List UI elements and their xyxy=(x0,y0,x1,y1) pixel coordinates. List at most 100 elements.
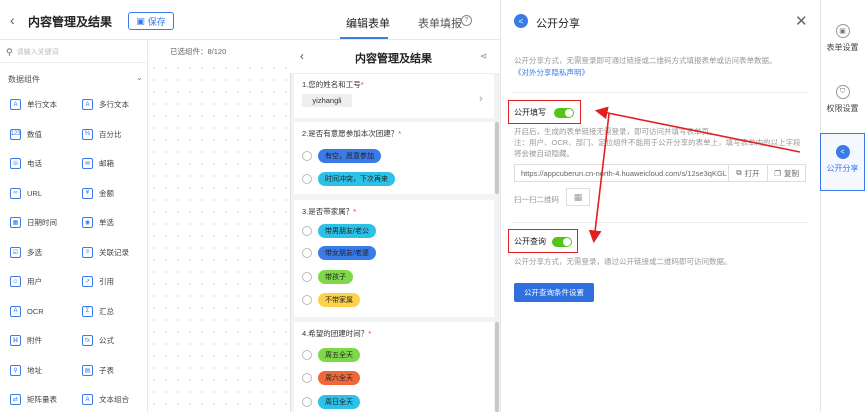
relation-icon: ≡ xyxy=(82,246,93,258)
preview-title: 内容管理及结果 xyxy=(355,53,432,65)
answer-value: yizhangli xyxy=(302,94,352,107)
search-input[interactable]: ⚲ 请输入关键词 xyxy=(6,45,138,59)
component-item[interactable]: ▦ 日期时间 xyxy=(10,217,57,228)
component-label: 日期时间 xyxy=(27,218,57,227)
option-tag[interactable]: 带男朋友/老公 xyxy=(318,224,376,238)
share-icon: < xyxy=(835,145,850,159)
option-tag[interactable]: 周五全天 xyxy=(318,348,360,362)
component-item[interactable]: ☺ 用户 xyxy=(10,276,42,287)
multi-line-text-icon: A xyxy=(82,99,93,110)
summary-icon: Σ xyxy=(82,305,93,317)
component-group-label: 数据组件 xyxy=(8,75,40,84)
rail-item-permission[interactable]: ⛉ 权限设置 xyxy=(820,85,865,114)
panel-description: 公开分享方式，无需登录即可通过链接或二维码方式填报表单或访问表单数据。 《对外分… xyxy=(514,56,777,77)
datetime-icon: ▦ xyxy=(10,217,21,228)
component-item[interactable]: ↗ 引用 xyxy=(82,276,114,287)
component-item[interactable]: ◉ 单选 xyxy=(82,217,114,228)
component-item[interactable]: ⌘ 附件 xyxy=(10,335,42,346)
component-item[interactable]: ✉ 邮箱 xyxy=(82,158,114,169)
preview-scrollbar[interactable] xyxy=(495,122,499,194)
chevron-right-icon: › xyxy=(479,93,483,105)
component-label: 引用 xyxy=(99,277,114,286)
rail-item-label: 公开分享 xyxy=(826,164,859,173)
tab-edit-form[interactable]: 编辑表单 xyxy=(346,15,390,31)
component-item[interactable]: A OCR xyxy=(10,305,44,317)
share-url-field[interactable]: https://appcuberun.cn-north-4.huaweiclou… xyxy=(514,164,806,182)
query-conditions-button[interactable]: 公开查询条件设置 xyxy=(514,283,594,302)
chevron-down-icon[interactable]: ⌄ xyxy=(136,73,143,82)
component-item[interactable]: A 多行文本 xyxy=(82,99,129,110)
radio-button[interactable] xyxy=(302,174,312,184)
component-item[interactable]: % 百分比 xyxy=(82,128,122,140)
url-icon: ∞ xyxy=(10,187,21,199)
option-tag[interactable]: 带孩子 xyxy=(318,270,353,284)
radio-button[interactable] xyxy=(302,226,312,236)
settings-rail xyxy=(820,0,865,412)
public-query-hint: 公开分享方式，无需登录，通过公开链接或二维码即可访问数据。 xyxy=(514,257,732,266)
component-item[interactable]: ∞ URL xyxy=(10,187,43,199)
qr-code-icon[interactable]: ▦ xyxy=(566,188,590,206)
single-line-text-icon: A xyxy=(10,99,21,110)
option-tag[interactable]: 不带家属 xyxy=(318,293,360,307)
preview-back-icon[interactable]: ‹ xyxy=(300,49,304,63)
component-item[interactable]: ▤ 子表 xyxy=(82,364,114,376)
option-tag[interactable]: 有空，愿意参加 xyxy=(318,149,381,163)
component-item[interactable]: ⇄ 矩阵量表 xyxy=(10,394,57,405)
component-label: 数值 xyxy=(27,129,42,139)
option-tag[interactable]: 周六全天 xyxy=(318,371,360,385)
component-label: 金额 xyxy=(99,188,114,198)
back-arrow-icon[interactable]: ‹ xyxy=(10,12,15,28)
public-fill-toggle[interactable] xyxy=(554,108,574,118)
public-query-toggle[interactable] xyxy=(552,237,572,247)
search-divider xyxy=(0,62,148,63)
radio-button[interactable] xyxy=(302,397,312,407)
privacy-link[interactable]: 《对外分享隐私声明》 xyxy=(514,68,589,77)
radio-button[interactable] xyxy=(302,295,312,305)
component-item[interactable]: ¥ 金额 xyxy=(82,187,114,199)
panel-title: 公开分享 xyxy=(536,18,580,30)
component-item[interactable]: A 文本组合 xyxy=(82,394,129,405)
radio-button[interactable] xyxy=(302,350,312,360)
preview-share-icon[interactable]: ⋖ xyxy=(480,51,488,62)
public-fill-label: 公开填写 xyxy=(514,108,546,117)
radio-button[interactable] xyxy=(302,151,312,161)
rail-item-public-share[interactable]: < 公开分享 xyxy=(820,145,865,203)
external-link-icon: ⧉ xyxy=(736,168,742,177)
save-button[interactable]: ▣ 保存 xyxy=(128,12,174,30)
question-icon[interactable]: ? xyxy=(461,15,472,26)
copy-link-button[interactable]: ❐ 复制 xyxy=(767,165,805,181)
copy-icon: ❐ xyxy=(774,168,781,178)
component-label: 文本组合 xyxy=(99,395,129,404)
percent-icon: % xyxy=(82,128,93,140)
component-item[interactable]: fx 公式 xyxy=(82,335,114,346)
component-item[interactable]: ⚲ 地址 xyxy=(10,364,42,376)
option-tag[interactable]: 时间冲突，下次再来 xyxy=(318,172,395,186)
component-label: 单选 xyxy=(99,218,114,227)
number-icon: 123 xyxy=(10,128,21,140)
component-item[interactable]: ☏ 电话 xyxy=(10,158,42,169)
option-tag[interactable]: 周日全天 xyxy=(318,395,360,409)
component-label: 邮箱 xyxy=(99,159,114,168)
open-link-button[interactable]: ⧉ 打开 xyxy=(727,165,768,181)
close-icon[interactable]: ✕ xyxy=(795,12,808,30)
option-tag[interactable]: 带女朋友/老婆 xyxy=(318,246,376,260)
preview-scrollbar[interactable] xyxy=(495,322,499,412)
ocr-icon: A xyxy=(10,305,21,317)
canvas-grid xyxy=(148,62,290,412)
component-item[interactable]: Σ 汇总 xyxy=(82,305,114,317)
public-query-label: 公开查询 xyxy=(514,237,546,246)
radio-button[interactable] xyxy=(302,272,312,282)
component-item[interactable]: ≡ 关联记录 xyxy=(82,246,129,258)
component-label: URL xyxy=(27,188,43,198)
divider xyxy=(512,222,808,223)
component-item[interactable]: A 单行文本 xyxy=(10,99,57,110)
rail-item-label: 表单设置 xyxy=(826,43,859,52)
rail-item-label: 权限设置 xyxy=(826,104,859,113)
radio-button[interactable] xyxy=(302,248,312,258)
tab-form-fill[interactable]: 表单填报 xyxy=(418,15,462,31)
component-item[interactable]: 123 数值 xyxy=(10,128,42,140)
component-item[interactable]: ☑ 多选 xyxy=(10,246,42,258)
radio-button[interactable] xyxy=(302,373,312,383)
rail-item-form-settings[interactable]: ▣ 表单设置 xyxy=(820,24,865,53)
permission-icon: ⛉ xyxy=(835,85,850,99)
